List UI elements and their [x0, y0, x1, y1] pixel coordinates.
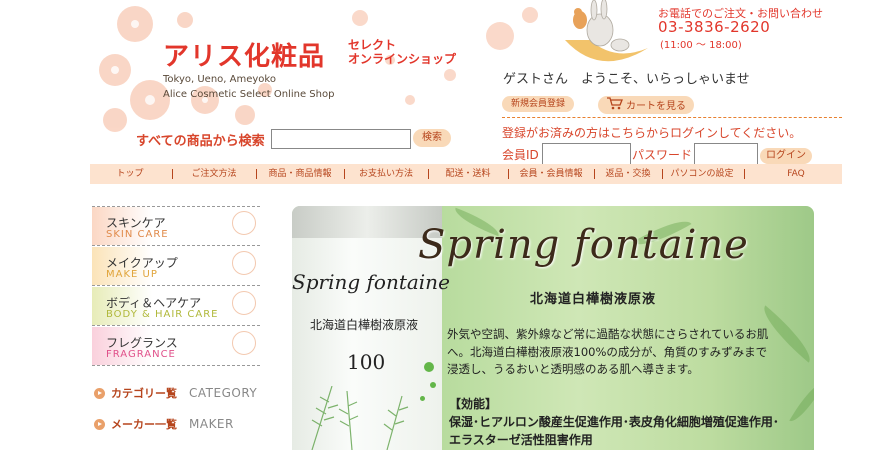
logo-subtitle-line2: オンラインショップ: [348, 52, 457, 66]
nav-item-pc-settings[interactable]: パソコンの設定: [664, 164, 740, 184]
nav-item-faq[interactable]: FAQ: [750, 164, 842, 184]
nav-separator: [256, 169, 257, 179]
bubble-decoration: [424, 362, 434, 372]
swirl-icon: [232, 251, 256, 275]
sidebar-item-sublabel: MAKE UP: [106, 269, 158, 280]
bubble-decoration: [420, 396, 425, 401]
bubble-decoration: [430, 382, 436, 388]
tel-hours: (11:00 ～ 18:00): [660, 40, 742, 51]
nav-separator: [508, 169, 509, 179]
nav-item-returns[interactable]: 返品・交換: [596, 164, 660, 184]
nav-item-products[interactable]: 商品・商品情報: [258, 164, 342, 184]
category-list-label: カテゴリー覧: [111, 387, 177, 400]
maker-list-sublabel: MAKER: [189, 417, 234, 431]
swirl-icon: [232, 291, 256, 315]
nav-item-top[interactable]: トップ: [90, 164, 170, 184]
fern-decoration: [311, 386, 409, 450]
cart-button-label: カートを見る: [626, 100, 686, 112]
password-label: パスワード: [632, 148, 693, 162]
maker-list-link[interactable]: メーカー一覧 MAKER: [94, 416, 234, 432]
divider: [502, 117, 842, 118]
logo-title[interactable]: アリス化粧品: [163, 36, 325, 73]
bottle-label-name: Spring fontaine: [292, 270, 450, 294]
banner-effect-heading: 【効能】: [449, 397, 498, 411]
logo-english: Tokyo, Ueno, Ameyoko Alice Cosmetic Sele…: [163, 72, 334, 102]
nav-separator: [594, 169, 595, 179]
nav-separator: [344, 169, 345, 179]
logo-subtitle-line1: セレクト: [348, 38, 397, 52]
nav-separator: [172, 169, 173, 179]
leaf-decoration: [789, 377, 814, 427]
logo-english-line2: Alice Cosmetic Select Online Shop: [163, 89, 335, 100]
cart-button[interactable]: カートを見る: [598, 96, 694, 114]
nav-separator: [662, 169, 663, 179]
login-note: 登録がお済みの方はこちらからログインしてください。: [502, 126, 802, 140]
welcome-message: ゲストさん ようこそ、いらっしゃいませ: [503, 72, 750, 87]
sidebar-item-fragrance[interactable]: フレグランス FRAGRANCE: [92, 327, 260, 366]
login-button[interactable]: ログイン: [760, 148, 812, 164]
moon-rabbit-icon: [565, 0, 648, 62]
nav-separator: [428, 169, 429, 179]
sidebar-item-body-hair-care[interactable]: ボディ＆ヘアケア BODY & HAIR CARE: [92, 287, 260, 326]
category-list-link[interactable]: カテゴリー覧 CATEGORY: [94, 385, 257, 401]
banner-title: Spring fontaine: [418, 222, 749, 268]
nav-item-shipping[interactable]: 配送・送料: [430, 164, 506, 184]
sidebar-item-make-up[interactable]: メイクアップ MAKE UP: [92, 247, 260, 286]
search-button[interactable]: 検索: [413, 129, 451, 147]
banner-subtitle: 北海道白樺樹液原液: [530, 292, 657, 307]
category-list-sublabel: CATEGORY: [189, 386, 258, 400]
nav-item-member[interactable]: 会員・会員情報: [510, 164, 592, 184]
bottle-label-sub: 北海道白樺樹液原液: [310, 318, 419, 332]
register-button[interactable]: 新規会員登録: [502, 96, 574, 112]
sidebar-item-skin-care[interactable]: スキンケア SKIN CARE: [92, 207, 260, 246]
feature-banner[interactable]: Spring fontaine 北海道白樺樹液原液 100 Spring fon…: [292, 206, 814, 450]
logo-english-line1: Tokyo, Ueno, Ameyoko: [163, 74, 276, 85]
sidebar-item-sublabel: SKIN CARE: [106, 229, 169, 240]
nav-item-payment[interactable]: お支払い方法: [346, 164, 426, 184]
maker-list-label: メーカー一覧: [111, 418, 177, 431]
bottle-label-number: 100: [347, 350, 386, 374]
sidebar-item-sublabel: FRAGRANCE: [106, 349, 176, 360]
cart-icon: [606, 96, 624, 117]
global-nav: トップ ご注文方法 商品・商品情報 お支払い方法 配送・送料 会員・会員情報 返…: [90, 164, 842, 184]
nav-separator: [744, 169, 745, 179]
tel-number: 03-3836-2620: [658, 18, 771, 36]
logo-subtitle: セレクト オンラインショップ: [348, 38, 468, 66]
banner-description: 外気や空調、紫外線など常に過酷な状態にさらされているお肌へ。北海道白樺樹液原液1…: [447, 327, 769, 376]
arrow-circle-icon: [94, 388, 105, 399]
swirl-icon: [232, 331, 256, 355]
arrow-circle-icon: [94, 419, 105, 430]
banner-effect-text: 保湿･ヒアルロン酸産生促進作用･表皮角化細胞増殖促進作用･エラスターゼ活性阻害作…: [449, 415, 779, 447]
search-input[interactable]: [271, 129, 411, 149]
swirl-icon: [232, 211, 256, 235]
member-id-label: 会員ID: [502, 148, 539, 162]
sidebar-item-sublabel: BODY & HAIR CARE: [106, 309, 219, 320]
nav-item-order[interactable]: ご注文方法: [174, 164, 254, 184]
search-label: すべての商品から検索: [136, 134, 265, 149]
